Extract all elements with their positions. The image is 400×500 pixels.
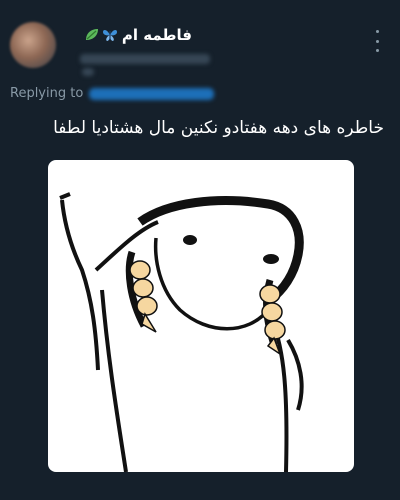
reply-handle-link-blurred[interactable] bbox=[89, 87, 215, 100]
replying-to-label: Replying to bbox=[10, 86, 84, 101]
name-emojis bbox=[84, 28, 118, 42]
display-name[interactable]: فاطمه ام bbox=[122, 26, 192, 44]
avatar[interactable] bbox=[10, 22, 56, 68]
replying-to-row: Replying to bbox=[10, 86, 215, 101]
meme-drawing bbox=[59, 192, 304, 472]
more-options-icon[interactable] bbox=[372, 30, 382, 52]
tweet-card: فاطمه ام Replying to خاطره های دهه هفتاد… bbox=[0, 0, 400, 500]
left-braid bbox=[125, 250, 158, 333]
leaf-icon bbox=[85, 29, 98, 40]
author-row: فاطمه ام bbox=[72, 24, 192, 46]
handle-blurred bbox=[80, 54, 210, 64]
butterfly-icon bbox=[102, 30, 117, 41]
handle-blurred-suffix bbox=[82, 68, 94, 76]
tweet-media[interactable] bbox=[48, 160, 354, 472]
tweet-text: خاطره های دهه هفتادو نکنین مال هشتادیا ل… bbox=[53, 118, 384, 138]
